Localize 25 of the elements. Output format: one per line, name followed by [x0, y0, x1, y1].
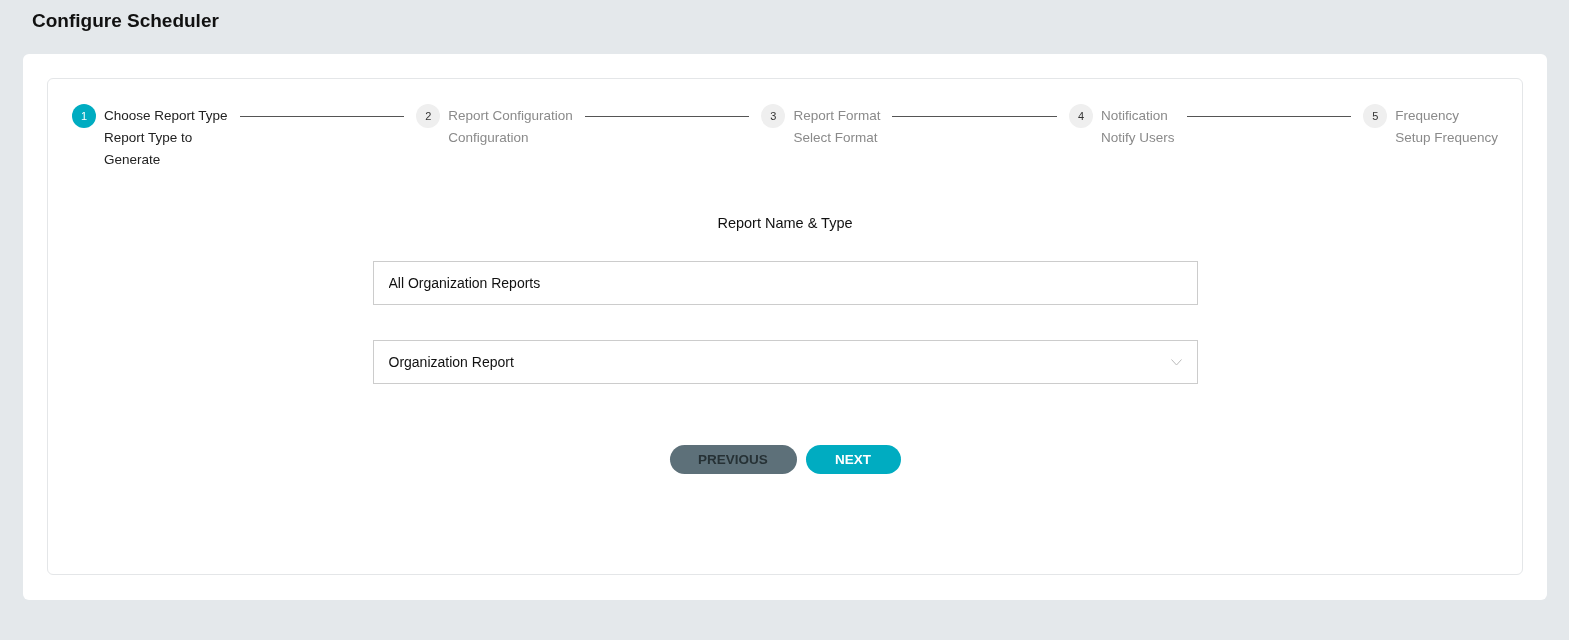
report-name-field[interactable]: All Organization Reports — [372, 261, 1198, 305]
step-number: 5 — [1363, 104, 1388, 128]
step-title: Report Format — [793, 107, 881, 125]
step-subtitle: Configuration — [448, 129, 530, 147]
step-title: Report Configuration — [448, 107, 573, 125]
stepper-step[interactable]: 1 Choose Report Type Report Type to Generate — [72, 104, 228, 171]
stepper-step[interactable]: 3 Report Format Select Format — [761, 104, 881, 149]
step-number: 4 — [1069, 104, 1094, 128]
page-title: Configure Scheduler — [32, 9, 220, 33]
stepper-step[interactable]: 5 Frequency Setup Frequency — [1363, 104, 1498, 149]
step-number: 3 — [761, 104, 786, 128]
stepper-step[interactable]: 2 Report Configuration Configuration — [416, 104, 573, 149]
step-title: Frequency — [1395, 107, 1460, 125]
step-title: Choose Report Type — [104, 107, 228, 125]
step-title: Notification — [1101, 107, 1169, 125]
stepper-step[interactable]: 4 Notification Notify Users — [1069, 104, 1175, 149]
step-subtitle: Select Format — [793, 129, 879, 147]
chevron-down-icon — [1170, 358, 1182, 366]
step-subtitle: Notify Users — [1101, 129, 1175, 147]
step-subtitle: Report Type to Generate — [104, 129, 194, 169]
report-type-select[interactable]: Organization Report — [372, 340, 1198, 384]
step-subtitle: Setup Frequency — [1395, 129, 1498, 147]
form-heading: Report Name & Type — [717, 215, 853, 231]
step-number: 2 — [416, 104, 441, 128]
step-number: 1 — [72, 104, 96, 128]
